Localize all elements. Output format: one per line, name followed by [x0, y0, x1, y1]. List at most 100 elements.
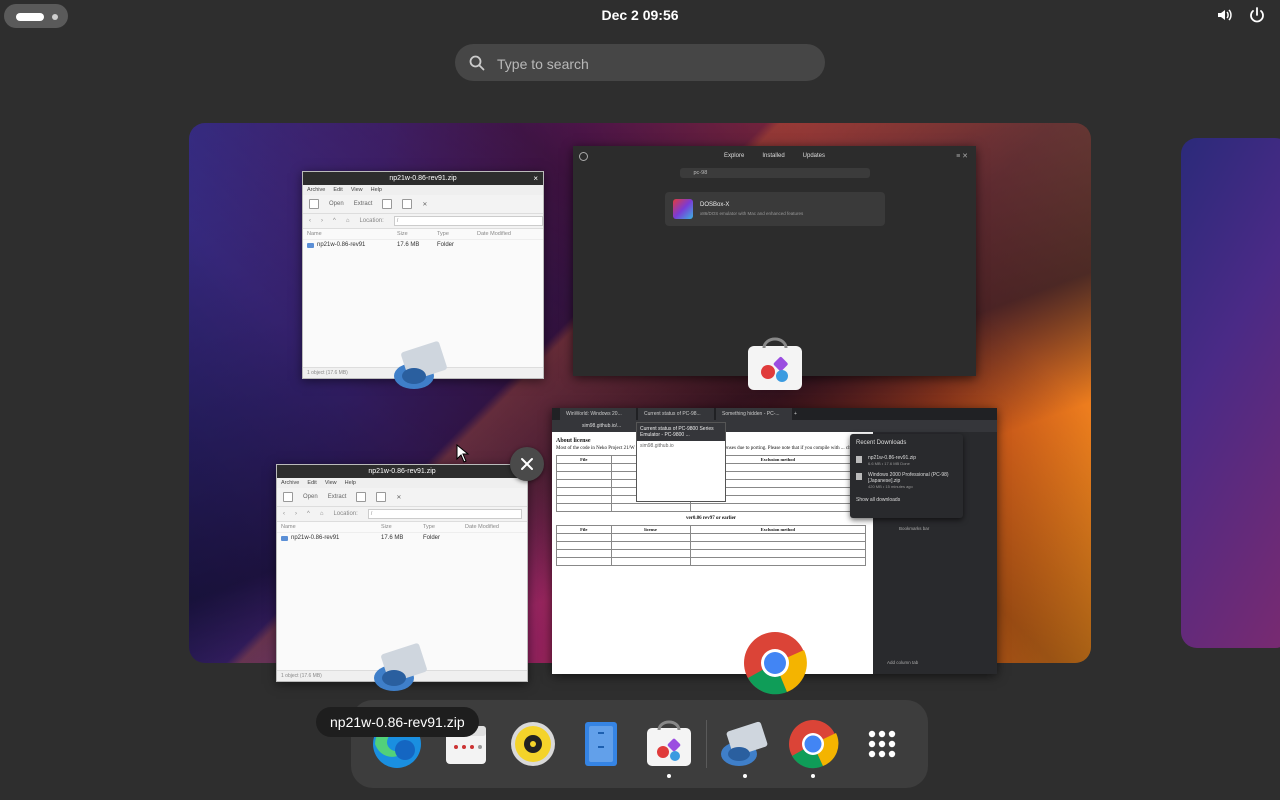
software-search-field: pc-98: [679, 168, 870, 178]
item-size: 17.6 MB: [397, 242, 420, 248]
rhythmbox-icon: [511, 722, 555, 766]
app-grid-icon: [868, 730, 896, 758]
add-icon: [283, 492, 293, 502]
list-item: np21w-0.86-rev91 17.6 MB Folder: [303, 240, 543, 250]
running-indicator: [667, 774, 671, 778]
copy-icon: [356, 492, 367, 502]
item-size: 17.6 MB: [381, 535, 404, 541]
running-indicator: [743, 774, 747, 778]
system-tray[interactable]: [1216, 6, 1266, 24]
activities-button[interactable]: [4, 4, 68, 28]
col-name: Name: [307, 231, 322, 237]
search-bar[interactable]: [455, 44, 825, 83]
chrome-icon: [742, 630, 808, 696]
menu-help: Help: [344, 480, 356, 486]
menu-bar: Archive Edit View Help: [303, 185, 543, 195]
toolbar: Open Extract ✕: [303, 195, 543, 214]
paste-icon: [402, 199, 413, 209]
table-header: license: [610, 525, 691, 534]
dock-item-rhythmbox[interactable]: [505, 716, 561, 772]
stop-icon: ✕: [396, 494, 402, 501]
col-size: Size: [381, 524, 392, 530]
search-icon: [579, 152, 588, 161]
clock: Dec 2 09:56: [0, 7, 1280, 23]
archive-manager-icon: [721, 721, 768, 766]
location-bar: ‹ › ^ ⌂ Location: /: [303, 214, 543, 229]
item-type: Folder: [423, 535, 441, 541]
workspace-indicator-active: [16, 13, 44, 21]
bookmarks-label: Bookmarks bar: [899, 526, 930, 531]
home-icon: ⌂: [345, 218, 350, 224]
result-name: DOSBox-X: [700, 202, 730, 208]
table-header: File: [556, 525, 612, 534]
chrome-address-bar: sim98.github.io/...: [552, 420, 997, 432]
power-icon[interactable]: [1248, 6, 1266, 24]
table-header: Exclusion method: [689, 525, 867, 534]
dock-item-software[interactable]: [641, 716, 697, 778]
chrome-tab-strip: WinWorld: Windows 20... Current status o…: [552, 408, 997, 420]
close-window-button[interactable]: [510, 447, 544, 481]
chrome-tab: Current status of PC-98...: [638, 408, 714, 420]
search-icon: [469, 55, 485, 71]
dosbox-icon: [673, 199, 693, 219]
tab-hover-card: Current status of PC-9800 Series Emulato…: [636, 422, 726, 502]
result-description: x86/DOS emulator with Mac and enhanced f…: [700, 211, 804, 216]
dock-item-show-apps[interactable]: [854, 716, 910, 772]
license-table-2: File license Exclusion method: [556, 525, 867, 566]
section-heading: ver0.86 rev97 or earlier: [685, 516, 737, 521]
up-icon: ^: [307, 511, 310, 517]
downloads-title: Recent Downloads: [856, 440, 907, 446]
dock-separator: [706, 720, 707, 768]
tab-installed: Installed: [762, 153, 785, 159]
tab-updates: Updates: [802, 153, 826, 159]
col-type: Type: [423, 524, 435, 530]
extract-button: Extract: [353, 201, 373, 207]
dock-item-file-manager[interactable]: [573, 716, 629, 772]
item-name: np21w-0.86-rev91: [291, 535, 340, 541]
location-field: /: [393, 216, 543, 226]
clock-label[interactable]: Dec 2 09:56: [601, 7, 678, 23]
paste-icon: [376, 492, 387, 502]
col-name: Name: [281, 524, 296, 530]
download-name: Windows 2000 Professional (PC-98) [Japan…: [868, 472, 949, 484]
close-icon: ×: [533, 174, 538, 183]
volume-icon[interactable]: [1216, 6, 1234, 24]
column-headers: Name Size Type Date Modified: [277, 522, 527, 533]
workspace-indicator-inactive: [52, 14, 58, 20]
downloads-bubble: Recent Downloads np21w-0.86-rev91.zip 6.…: [850, 434, 963, 518]
download-item: np21w-0.86-rev91.zip 6.6 MB • 17.6 MB Do…: [850, 452, 963, 469]
chrome-tab: WinWorld: Windows 20...: [560, 408, 636, 420]
search-input[interactable]: [495, 44, 809, 83]
software-store-icon: [647, 720, 691, 766]
download-item: Windows 2000 Professional (PC-98) [Japan…: [850, 469, 963, 492]
extract-button: Extract: [327, 494, 347, 500]
tab-preview-host: sim98.github.io: [640, 443, 674, 449]
workspace-thumbnail-next[interactable]: [1181, 138, 1280, 648]
search-result-card: DOSBox-X x86/DOS emulator with Mac and e…: [665, 192, 885, 226]
location-label: Location:: [359, 218, 384, 224]
software-header: Explore Installed Updates ≡ ✕: [573, 146, 976, 166]
forward-icon: ›: [321, 218, 323, 224]
mouse-cursor-icon: [456, 444, 470, 463]
forward-icon: ›: [295, 511, 297, 517]
stop-icon: ✕: [422, 201, 428, 208]
dock-item-chrome[interactable]: [785, 716, 841, 778]
top-bar: Dec 2 09:56: [0, 0, 1280, 32]
menu-view: View: [324, 480, 337, 486]
running-indicator: [811, 774, 815, 778]
back-icon: ‹: [283, 511, 285, 517]
dock-item-archive-manager[interactable]: [717, 716, 773, 778]
item-name: np21w-0.86-rev91: [317, 242, 366, 248]
col-type: Type: [437, 231, 449, 237]
new-tab-icon: +: [794, 411, 797, 417]
add-column-label: Add column tab: [887, 660, 919, 665]
download-meta: 6.6 MB • 17.6 MB Done: [868, 461, 910, 466]
window-title: np21w-0.86-rev91.zip: [277, 465, 527, 478]
chrome-tab: Something hidden - PC-...: [716, 408, 792, 420]
back-icon: ‹: [309, 218, 311, 224]
table-header: File: [556, 455, 612, 464]
list-item: np21w-0.86-rev91 17.6 MB Folder: [277, 533, 527, 543]
menu-help: Help: [370, 187, 382, 193]
menu-edit: Edit: [333, 187, 343, 193]
folder-icon: [281, 535, 288, 541]
